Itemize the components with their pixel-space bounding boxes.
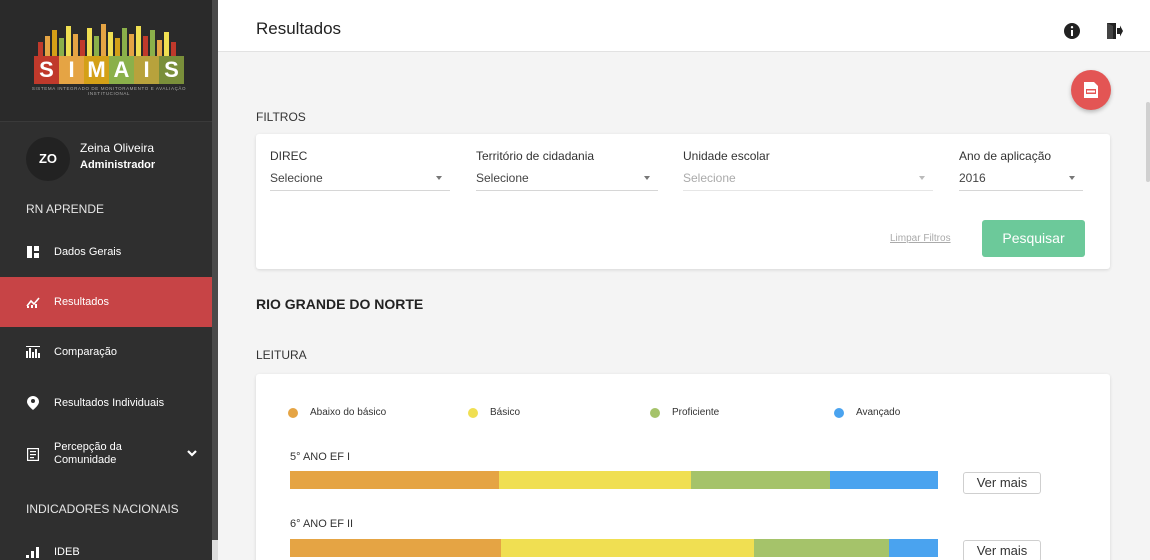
main-scrollbar[interactable]: [1146, 52, 1150, 560]
sidebar-item-resultados[interactable]: Resultados: [0, 277, 212, 327]
caret-down-icon: [644, 176, 650, 180]
caret-down-icon: [919, 176, 925, 180]
sidebar: S I M A I S SISTEMA INTEGRADO DE MONITOR…: [0, 0, 212, 560]
user-profile[interactable]: ZO Zeina Oliveira Administrador: [26, 137, 206, 181]
direc-label: DIREC: [270, 149, 308, 163]
direc-select[interactable]: Selecione: [270, 169, 450, 191]
signal-bars-icon: [26, 545, 40, 559]
chart-line-icon: [26, 295, 40, 309]
page-title: Resultados: [256, 19, 342, 38]
logo-subtitle: SISTEMA INTEGRADO DE MONITORAMENTO E AVA…: [31, 86, 187, 96]
bar-compare-icon: [26, 345, 40, 359]
avatar: ZO: [26, 137, 70, 181]
legend-label: Básico: [490, 407, 521, 418]
label-line: Comunidade: [54, 454, 117, 466]
logo-letter: A: [109, 56, 134, 84]
chevron-down-icon[interactable]: [186, 447, 198, 459]
bar-segment-abaixo: [290, 471, 499, 489]
bar-segment-basico: [499, 471, 691, 489]
result-row-label: 5° ANO EF I: [290, 451, 351, 463]
sidebar-item-resultados-individuais[interactable]: Resultados Individuais: [0, 378, 212, 428]
info-icon[interactable]: [1063, 22, 1081, 40]
logo-letter: S: [34, 56, 59, 84]
legend-item-avancado: Avançado: [834, 407, 900, 418]
survey-icon: [26, 447, 40, 461]
legend-label: Proficiente: [672, 407, 720, 418]
bar-segment-abaixo: [290, 539, 501, 557]
sidebar-item-label: Percepção da Comunidade: [54, 441, 122, 467]
sidebar-item-dados-gerais[interactable]: Dados Gerais: [0, 227, 212, 277]
scrollbar-thumb[interactable]: [212, 0, 218, 540]
caret-down-icon: [1069, 176, 1075, 180]
stacked-bar: [290, 471, 938, 489]
unidade-select[interactable]: Selecione: [683, 169, 933, 191]
ano-select[interactable]: 2016: [959, 169, 1083, 191]
direc-value: Selecione: [270, 171, 323, 185]
logo-letter: S: [159, 56, 184, 84]
sidebar-item-percepcao-comunidade[interactable]: Percepção da Comunidade: [0, 429, 212, 479]
logo-letter: I: [134, 56, 159, 84]
territorio-select[interactable]: Selecione: [476, 169, 658, 191]
export-pdf-button[interactable]: [1071, 70, 1111, 110]
legend-label: Abaixo do básico: [310, 407, 387, 418]
legend-dot: [650, 407, 660, 418]
sidebar-item-ideb[interactable]: IDEB: [0, 527, 212, 560]
ano-label: Ano de aplicação: [959, 149, 1052, 163]
person-pin-icon: [26, 396, 40, 410]
subject-title: LEITURA: [256, 348, 307, 362]
sidebar-scrollbar[interactable]: [212, 0, 218, 560]
logo-bars-graphic: [38, 24, 176, 58]
legend-dot: [288, 407, 298, 418]
clear-filters-link[interactable]: Limpar Filtros: [890, 233, 951, 244]
results-card: [256, 374, 1110, 560]
filters-heading: FILTROS: [256, 110, 306, 124]
legend-dot: [834, 407, 844, 418]
result-row-label: 6° ANO EF II: [290, 518, 354, 530]
sidebar-item-label: Dados Gerais: [54, 245, 122, 258]
search-button[interactable]: Pesquisar: [982, 220, 1085, 257]
stacked-bar: [290, 539, 938, 557]
header-bar: Resultados: [218, 0, 1150, 52]
scrollbar-thumb[interactable]: [1146, 102, 1150, 182]
logout-icon[interactable]: [1105, 22, 1123, 40]
territorio-label: Território de cidadania: [476, 149, 595, 163]
section-indicadores-nacionais: INDICADORES NACIONAIS: [26, 502, 179, 516]
bar-segment-proficiente: [691, 471, 830, 489]
territorio-value: Selecione: [476, 171, 529, 185]
unidade-value: Selecione: [683, 171, 736, 185]
unidade-label: Unidade escolar: [683, 149, 770, 163]
sidebar-item-label: Comparação: [54, 345, 117, 358]
bar-segment-avancado: [830, 471, 938, 489]
ver-mais-button[interactable]: Ver mais: [963, 540, 1041, 560]
caret-down-icon: [436, 176, 442, 180]
bar-segment-avancado: [889, 539, 938, 557]
ano-value: 2016: [959, 171, 986, 185]
sidebar-item-label: Resultados: [54, 295, 110, 308]
region-title: RIO GRANDE DO NORTE: [256, 296, 424, 312]
sidebar-item-comparacao[interactable]: Comparação: [0, 327, 212, 377]
ver-mais-button[interactable]: Ver mais: [963, 472, 1041, 494]
dashboard-icon: [26, 245, 40, 259]
user-name: Zeina Oliveira: [80, 141, 155, 155]
sidebar-item-label: Resultados Individuais: [54, 396, 165, 409]
section-rn-aprende: RN APRENDE: [26, 202, 105, 216]
logo[interactable]: S I M A I S SISTEMA INTEGRADO DE MONITOR…: [0, 0, 212, 122]
bar-segment-proficiente: [754, 539, 889, 557]
logo-text: S I M A I S: [34, 56, 184, 84]
legend-dot: [468, 407, 478, 418]
logo-letter: M: [84, 56, 109, 84]
legend-item-proficiente: Proficiente: [650, 407, 719, 418]
sidebar-item-label: IDEB: [54, 545, 80, 558]
logo-letter: I: [59, 56, 84, 84]
legend-item-abaixo: Abaixo do básico: [288, 407, 386, 418]
user-role: Administrador: [80, 159, 156, 171]
bar-segment-basico: [501, 539, 754, 557]
pdf-icon: [1084, 82, 1098, 98]
legend-label: Avançado: [856, 407, 901, 418]
legend-item-basico: Básico: [468, 407, 520, 418]
label-line: Percepção da: [54, 441, 122, 453]
